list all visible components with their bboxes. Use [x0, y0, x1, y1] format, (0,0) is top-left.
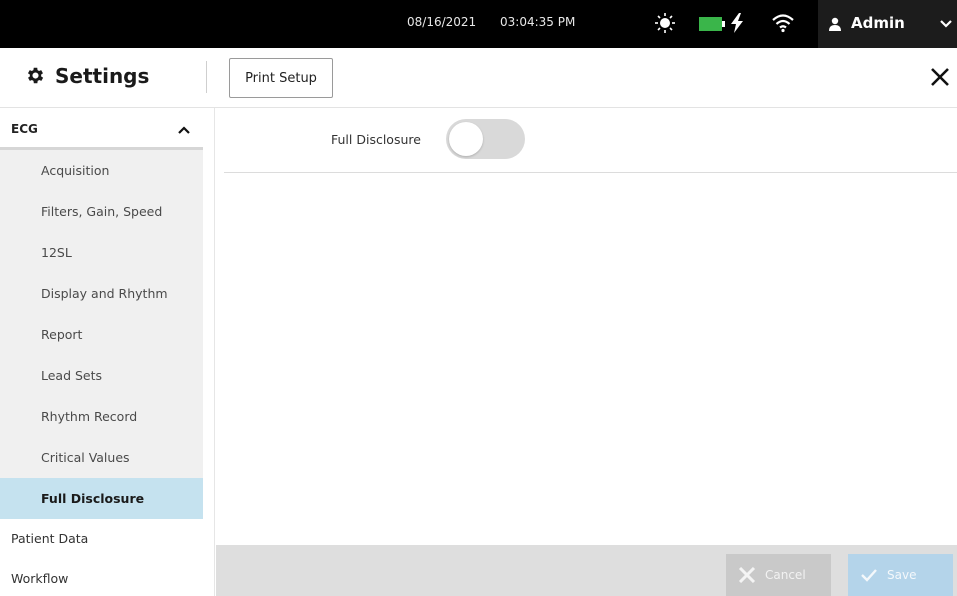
sidebar-item-label: Acquisition — [41, 163, 110, 178]
action-footer: Cancel Save — [216, 545, 957, 596]
time-readout: 03:04:35 PM — [500, 15, 576, 29]
print-setup-button[interactable]: Print Setup — [229, 58, 333, 98]
save-button[interactable]: Save — [848, 554, 953, 596]
sidebar-section-ecg[interactable]: ECG — [0, 108, 203, 150]
date-readout: 08/16/2021 — [407, 15, 477, 29]
sidebar-item-patient-data[interactable]: Patient Data — [0, 519, 203, 559]
sidebar-item-critical-values[interactable]: Critical Values — [0, 437, 203, 478]
divider — [224, 172, 957, 173]
charging-bolt-icon — [731, 13, 743, 33]
sidebar-item-full-disclosure[interactable]: Full Disclosure — [0, 478, 203, 519]
sidebar-item-label: Full Disclosure — [41, 491, 145, 506]
sidebar-item-label: Filters, Gain, Speed — [41, 204, 163, 219]
full-disclosure-toggle[interactable] — [446, 119, 525, 159]
sidebar-item-rhythm-record[interactable]: Rhythm Record — [0, 396, 203, 437]
settings-sidebar: ECG Acquisition Filters, Gain, Speed 12S… — [0, 108, 215, 596]
user-name: Admin — [851, 14, 905, 32]
sidebar-item-label: Critical Values — [41, 450, 130, 465]
checkmark-icon — [861, 569, 877, 582]
settings-header: Settings Print Setup — [0, 48, 957, 108]
page-title: Settings — [55, 64, 150, 88]
header-divider — [206, 61, 207, 93]
close-icon — [738, 567, 756, 583]
sidebar-item-label: Workflow — [11, 571, 69, 586]
toggle-knob — [449, 122, 483, 156]
sidebar-item-report[interactable]: Report — [0, 314, 203, 355]
user-icon — [829, 17, 841, 31]
sidebar-item-filters-gain-speed[interactable]: Filters, Gain, Speed — [0, 191, 203, 232]
sidebar-item-label: Rhythm Record — [41, 409, 138, 424]
sidebar-item-label: Lead Sets — [41, 368, 103, 383]
sidebar-item-label: Display and Rhythm — [41, 286, 168, 301]
sidebar-item-lead-sets[interactable]: Lead Sets — [0, 355, 203, 396]
sidebar-item-label: Patient Data — [11, 531, 89, 546]
settings-content: Full Disclosure — [216, 109, 957, 545]
cancel-button[interactable]: Cancel — [726, 554, 831, 596]
battery-icon — [699, 17, 725, 31]
close-icon[interactable] — [929, 66, 951, 88]
gear-icon — [27, 67, 44, 84]
sidebar-item-display-and-rhythm[interactable]: Display and Rhythm — [0, 273, 203, 314]
cancel-label: Cancel — [765, 568, 806, 582]
wifi-icon[interactable] — [772, 13, 794, 33]
sidebar-section-label: ECG — [11, 122, 38, 136]
sidebar-item-workflow[interactable]: Workflow — [0, 559, 203, 596]
brightness-icon[interactable] — [654, 12, 676, 34]
full-disclosure-label: Full Disclosure — [331, 132, 421, 147]
chevron-down-icon — [940, 20, 952, 28]
status-bar: 08/16/2021 03:04:35 PM Admin — [0, 0, 957, 48]
save-label: Save — [887, 568, 917, 582]
user-menu[interactable]: Admin — [818, 0, 957, 48]
sidebar-item-acquisition[interactable]: Acquisition — [0, 150, 203, 191]
sidebar-item-label: 12SL — [41, 245, 72, 260]
sidebar-item-label: Report — [41, 327, 83, 342]
chevron-up-icon — [178, 126, 190, 134]
sidebar-item-12sl[interactable]: 12SL — [0, 232, 203, 273]
